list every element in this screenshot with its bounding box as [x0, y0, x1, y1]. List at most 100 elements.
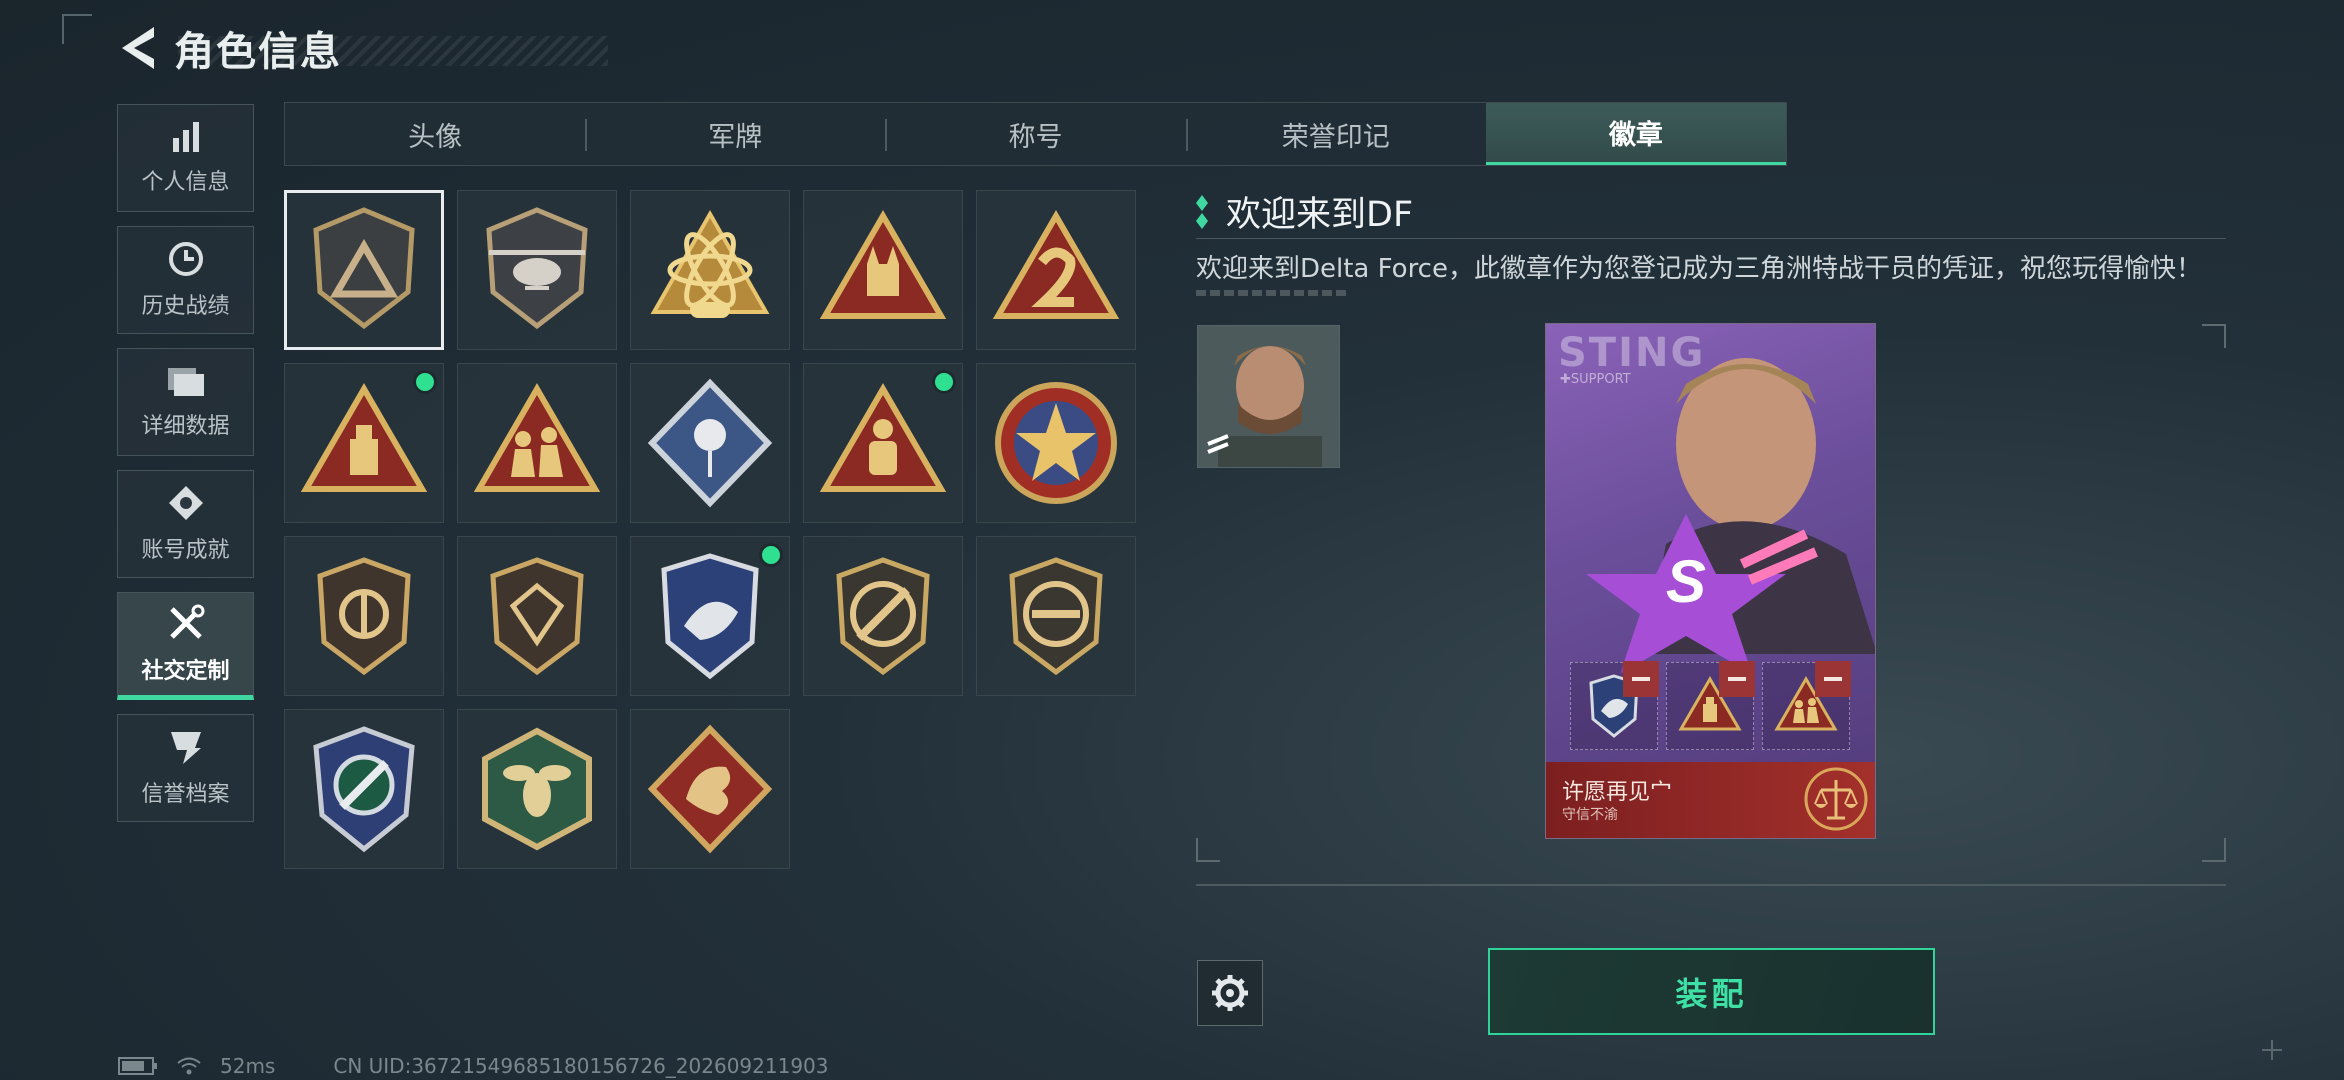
badge-grid	[284, 190, 1139, 869]
frame-corner-decoration	[2202, 838, 2226, 862]
equip-button[interactable]: 装配	[1488, 948, 1935, 1035]
card-footer: 许愿再见宀 守信不渝	[1546, 762, 1875, 838]
sidebar-item-label: 信誉档案	[141, 782, 230, 807]
wasp-hexagon-badge-icon	[482, 727, 592, 851]
divider	[1196, 884, 2226, 886]
sidebar-item-label: 详细数据	[141, 414, 230, 439]
badge-cell[interactable]	[630, 709, 790, 869]
back-button[interactable]	[118, 24, 158, 72]
sidebar-item-label: 个人信息	[141, 170, 230, 195]
crosshair-blade-badge-icon	[313, 726, 415, 853]
credit-icon	[170, 732, 201, 764]
badge-cell[interactable]	[284, 190, 444, 350]
badge-cell[interactable]	[457, 536, 617, 696]
corner-decoration	[62, 14, 92, 44]
sidebar-item-personal-info[interactable]: 个人信息	[117, 104, 254, 212]
badge-cell[interactable]	[976, 190, 1136, 350]
status-bar: 52ms CN UID:36721549685180156726_2026092…	[118, 1054, 829, 1078]
tab-title[interactable]: 称号	[885, 103, 1185, 165]
sidebar-item-achievements[interactable]: 账号成就	[117, 470, 254, 578]
badge-slot[interactable]	[1570, 661, 1659, 750]
gem-badge-icon	[490, 557, 584, 676]
badge-cell[interactable]	[976, 536, 1136, 696]
remove-badge-button[interactable]	[1623, 661, 1659, 697]
scales-emblem-icon	[1804, 767, 1868, 831]
corner-cross-decoration	[2262, 1040, 2282, 1060]
badge-cell[interactable]	[457, 190, 617, 350]
remove-badge-button[interactable]	[1719, 661, 1755, 697]
description-underline-decoration	[1196, 290, 1346, 296]
ping-value: 52ms	[220, 1054, 276, 1078]
back-arrow-icon	[122, 27, 154, 69]
rock-hand-badge-icon	[819, 210, 947, 319]
tools-icon	[169, 604, 204, 639]
sidebar-item-history[interactable]: 历史战绩	[117, 226, 254, 334]
star-circle-badge-icon	[995, 382, 1117, 504]
remove-badge-button[interactable]	[1815, 661, 1851, 697]
battery-icon	[118, 1057, 157, 1075]
sidebar-item-label: 历史战绩	[141, 294, 230, 319]
badge-description: 欢迎来到Delta Force，此徽章作为您登记成为三角洲特战干员的凭证，祝您玩…	[1196, 254, 2202, 284]
history-icon	[168, 242, 203, 276]
usb-badge-icon	[300, 383, 428, 492]
hazmat-badge-icon	[819, 383, 947, 492]
new-indicator-dot	[759, 543, 783, 567]
badge-cell[interactable]	[630, 536, 790, 696]
tab-badge[interactable]: 徽章	[1485, 103, 1787, 165]
badge-detail-header: 欢迎来到DF	[1196, 186, 1413, 237]
settings-button[interactable]	[1197, 960, 1263, 1026]
badge-cell[interactable]	[284, 363, 444, 523]
rose-badge-icon	[647, 378, 773, 508]
sidebar-item-label: 社交定制	[141, 659, 230, 684]
player-motto: 守信不渝	[1562, 807, 1618, 823]
folder-icon	[167, 368, 204, 396]
tab-avatar[interactable]: 头像	[285, 103, 585, 165]
badge-detail-title: 欢迎来到DF	[1226, 195, 1414, 235]
badge-cell[interactable]	[457, 363, 617, 523]
sidebar-item-label: 账号成就	[141, 538, 230, 563]
sidebar-item-credit-record[interactable]: 信誉档案	[117, 714, 254, 822]
card-role: ✚SUPPORT	[1560, 372, 1631, 387]
page-header: 角色信息	[118, 20, 608, 76]
operator-portrait-icon	[1198, 326, 1339, 467]
arrow-circle-badge-icon	[317, 557, 411, 676]
badge-slot[interactable]	[1666, 661, 1755, 750]
frame-corner-decoration	[2202, 324, 2226, 348]
squad-badge-icon	[473, 383, 601, 492]
wifi-icon	[177, 1057, 201, 1075]
divider	[1196, 238, 2226, 239]
rifle-prohibited-badge-icon	[836, 557, 930, 676]
svg-text:S: S	[1666, 548, 1706, 615]
sidebar-item-detailed-data[interactable]: 详细数据	[117, 348, 254, 456]
badge-cell[interactable]	[284, 709, 444, 869]
sidebar-item-social-custom[interactable]: 社交定制	[117, 592, 254, 700]
badge-cell[interactable]	[457, 709, 617, 869]
badge-cell[interactable]	[803, 190, 963, 350]
badge-cell[interactable]	[803, 363, 963, 523]
gold-atom-badge-icon	[650, 209, 770, 318]
badge-cell[interactable]	[803, 536, 963, 696]
badge-cell[interactable]	[630, 363, 790, 523]
diamond-marker-icon	[1196, 194, 1208, 229]
achievement-icon	[168, 486, 203, 520]
gear-icon	[1212, 975, 1248, 1011]
new-indicator-dot	[413, 370, 437, 394]
player-uid: CN UID:36721549685180156726_202609211903	[333, 1054, 829, 1078]
sidebar: 个人信息 历史战绩 详细数据 账号成就 社交定制 信誉档案	[117, 104, 254, 836]
badge-cell[interactable]	[284, 536, 444, 696]
number-two-badge-icon	[992, 210, 1120, 319]
equipped-badge-slots	[1570, 661, 1851, 750]
dragon-badge-icon	[647, 724, 773, 854]
category-tabs: 头像 军牌 称号 荣誉印记 徽章	[284, 102, 1787, 166]
page-title: 角色信息	[174, 29, 342, 75]
helicopter-shield-badge-icon	[486, 207, 588, 330]
badge-slot[interactable]	[1762, 661, 1851, 750]
player-name: 许愿再见宀	[1562, 780, 1673, 805]
badge-cell[interactable]	[976, 363, 1136, 523]
badge-cell[interactable]	[630, 190, 790, 350]
tab-dog-tag[interactable]: 军牌	[585, 103, 885, 165]
tab-honor-mark[interactable]: 荣誉印记	[1185, 103, 1486, 165]
avatar[interactable]	[1197, 325, 1340, 468]
delta-shield-badge-icon	[313, 207, 415, 330]
eagle-badge-icon	[661, 553, 759, 680]
